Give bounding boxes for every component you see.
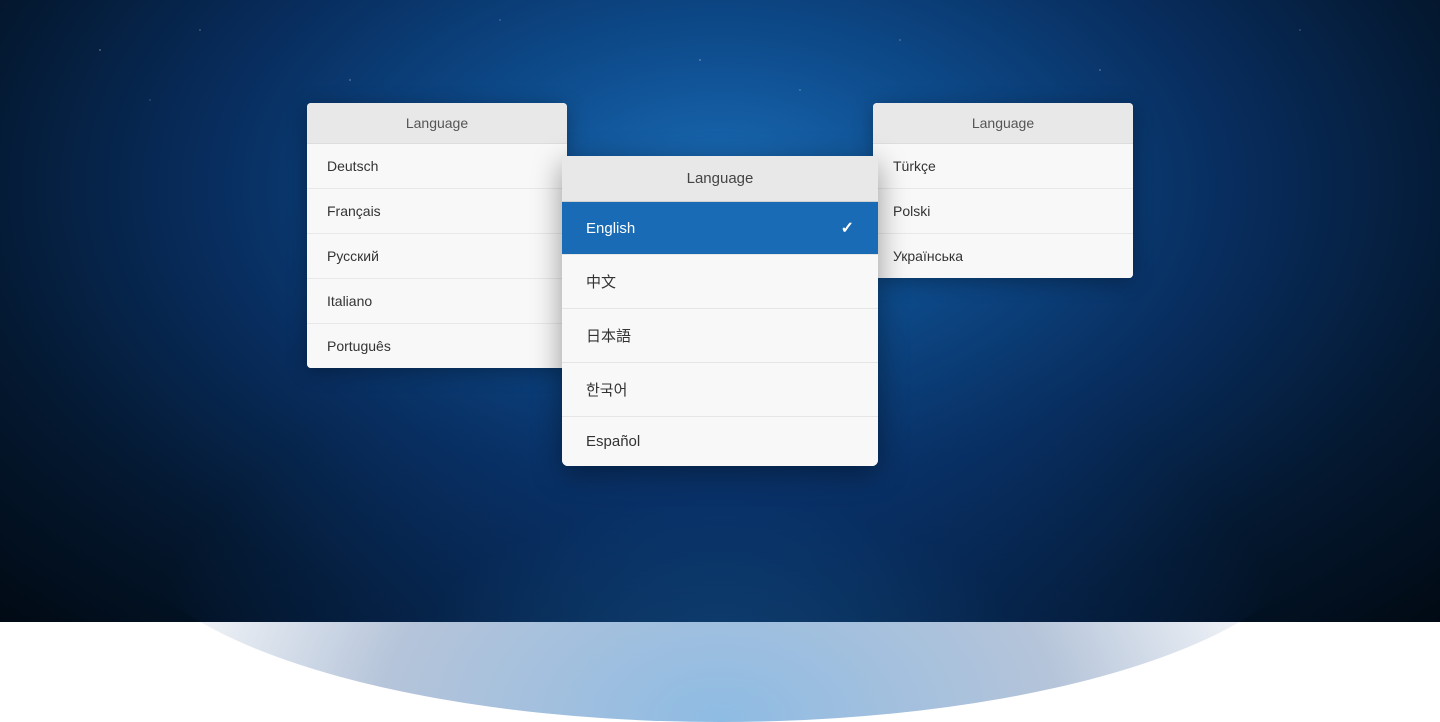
scene: Language Deutsch Français Русский Italia… (0, 0, 1440, 622)
list-item[interactable]: Русский (307, 234, 567, 279)
list-item[interactable]: Português (307, 324, 567, 368)
dropdown-header: Language (562, 156, 878, 202)
language-dropdown: Language English ✓ 中文 日本語 한국어 Español (562, 156, 878, 466)
language-option-spanish[interactable]: Español (562, 417, 878, 466)
language-label: 中文 (586, 271, 616, 292)
language-option-korean[interactable]: 한국어 (562, 363, 878, 417)
language-label: 日本語 (586, 325, 631, 346)
list-item[interactable]: Deutsch (307, 144, 567, 189)
language-label: Español (586, 433, 640, 450)
left-panel-header: Language (307, 103, 567, 144)
right-panel-header: Language (873, 103, 1133, 144)
checkmark-icon: ✓ (841, 218, 854, 238)
language-option-chinese[interactable]: 中文 (562, 255, 878, 309)
list-item[interactable]: Українська (873, 234, 1133, 278)
language-option-english[interactable]: English ✓ (562, 202, 878, 255)
list-item[interactable]: Polski (873, 189, 1133, 234)
list-item[interactable]: Türkçe (873, 144, 1133, 189)
list-item[interactable]: Français (307, 189, 567, 234)
list-item[interactable]: Italiano (307, 279, 567, 324)
language-option-japanese[interactable]: 日本語 (562, 309, 878, 363)
right-language-panel: Language Türkçe Polski Українська (873, 103, 1133, 278)
language-label: English (586, 220, 635, 237)
left-language-panel: Language Deutsch Français Русский Italia… (307, 103, 567, 368)
language-label: 한국어 (586, 379, 627, 400)
